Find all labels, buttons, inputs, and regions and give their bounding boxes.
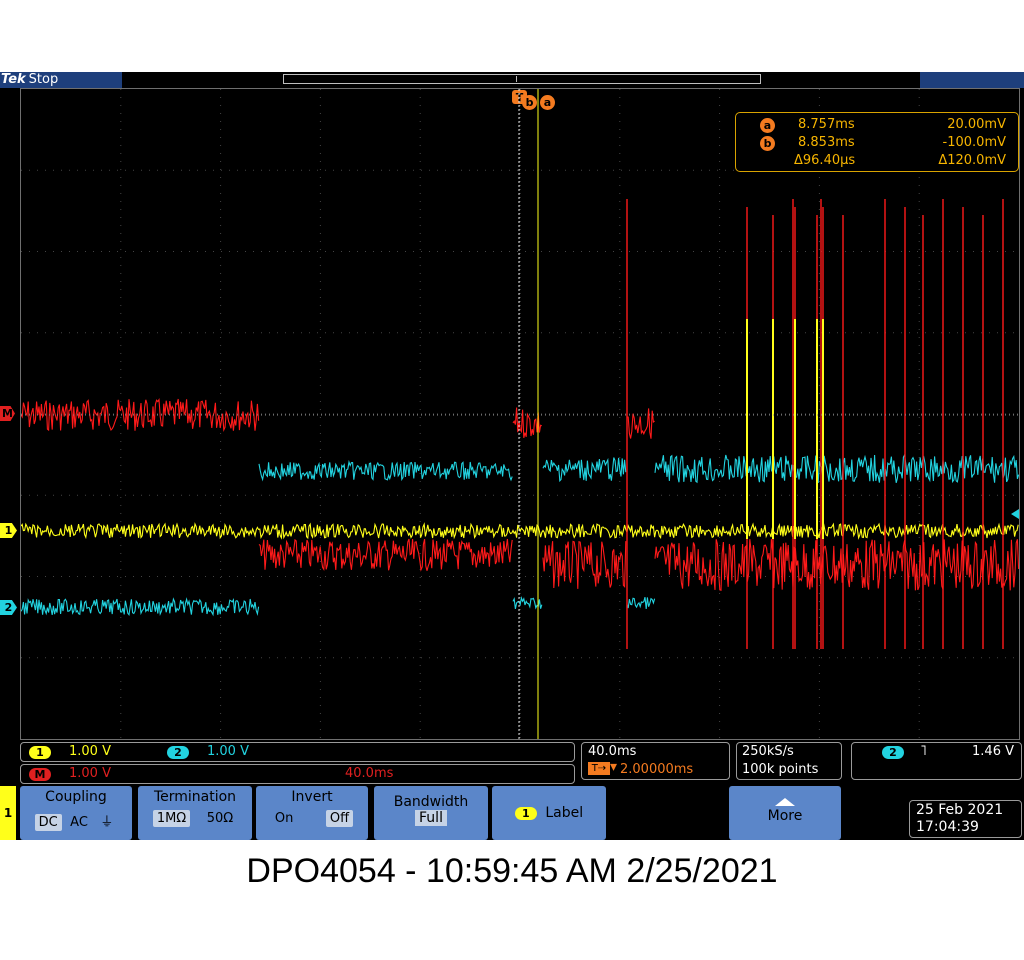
- up-arrow-icon: [775, 798, 795, 806]
- cursor-a-time: 8.757ms: [798, 117, 855, 132]
- trigger-source-tag: 2: [882, 746, 904, 759]
- coupling-dc-option[interactable]: DC: [34, 814, 62, 831]
- timebase-panel[interactable]: 40.0ms T⇢ ▾ 2.00000ms: [581, 742, 730, 780]
- coupling-ground-icon[interactable]: ⏚: [96, 810, 117, 831]
- invert-title: Invert: [291, 789, 333, 805]
- menu-side-tag: 1: [0, 786, 16, 840]
- coupling-ac-option[interactable]: AC: [66, 814, 92, 831]
- record-length: 100k points: [742, 762, 819, 777]
- trigger-down-icon: ▾: [610, 759, 618, 775]
- waveform-area: [21, 89, 1019, 739]
- trigger-level: 1.46 V: [972, 744, 1014, 759]
- ch2-trace-dip: [512, 595, 543, 610]
- coupling-title: Coupling: [45, 789, 107, 805]
- ch2-trace-high: [542, 457, 627, 483]
- label-menu[interactable]: 1 Label: [492, 786, 606, 840]
- brand-logo: Tek: [1, 72, 26, 87]
- top-right-strip: [920, 72, 1024, 88]
- channel-scale-panel[interactable]: 1 1.00 V 2 1.00 V: [20, 742, 575, 762]
- falling-edge-icon: ˥: [920, 743, 927, 759]
- capture-caption: DPO4054 - 10:59:45 AM 2/25/2021: [246, 852, 778, 890]
- math-time: 40.0ms: [345, 766, 394, 781]
- math-trace-low: [258, 538, 513, 572]
- ch2-trace-high: [258, 459, 513, 482]
- ch1-scale: 1.00 V: [69, 744, 111, 759]
- date: 25 Feb 2021: [916, 802, 1004, 818]
- cursor-delta-row: Δ96.40μs Δ120.0mV: [736, 152, 1020, 170]
- math-trace-low: [654, 539, 1019, 591]
- cursor-readout-panel: a 8.757ms 20.00mV b 8.853ms -100.0mV Δ96…: [735, 112, 1019, 172]
- math-trace-high: [21, 397, 260, 432]
- delta-time: Δ96.40μs: [794, 153, 856, 168]
- trigger-position: 2.00000ms: [620, 762, 694, 777]
- bandwidth-title: Bandwidth: [393, 794, 469, 810]
- math-trace-burst: [627, 408, 655, 439]
- termination-50-option[interactable]: 50Ω: [203, 810, 237, 827]
- cursor-b-volt: -100.0mV: [942, 135, 1006, 150]
- ch2-trace-low: [21, 597, 260, 617]
- trigger-offset-icon: T⇢: [588, 762, 610, 775]
- label-ch1-tag: 1: [514, 806, 537, 820]
- delta-volt: Δ120.0mV: [938, 153, 1006, 168]
- record-view-window: [516, 76, 527, 82]
- invert-off-option[interactable]: Off: [325, 810, 354, 827]
- acquisition-status: Tek Stop: [0, 72, 122, 88]
- bandwidth-value: Full: [415, 810, 447, 826]
- invert-menu[interactable]: Invert On Off: [256, 786, 368, 840]
- math-trace-low: [542, 540, 627, 589]
- cursor-a-icon: a: [760, 118, 775, 133]
- acq-state: Stop: [28, 72, 59, 87]
- ch1-tag: 1: [29, 746, 51, 759]
- trigger-level-arrow-icon[interactable]: [1011, 509, 1019, 519]
- sample-rate: 250kS/s: [742, 744, 794, 759]
- termination-menu[interactable]: Termination 1MΩ 50Ω: [138, 786, 252, 840]
- date-time-display: 25 Feb 2021 17:04:39: [909, 800, 1022, 838]
- ch2-scale: 1.00 V: [207, 744, 249, 759]
- cursor-a-row: a 8.757ms 20.00mV: [736, 116, 1020, 134]
- acquisition-panel[interactable]: 250kS/s 100k points: [736, 742, 842, 780]
- trigger-panel[interactable]: 2 ˥ 1.46 V: [851, 742, 1022, 780]
- more-button[interactable]: More: [729, 786, 841, 840]
- graticule: [20, 88, 1020, 740]
- termination-1m-option[interactable]: 1MΩ: [152, 810, 191, 827]
- math-scale-panel[interactable]: M 1.00 V 40.0ms: [20, 764, 575, 784]
- coupling-menu[interactable]: Coupling DC AC ⏚: [20, 786, 132, 840]
- cursor-a-volt: 20.00mV: [947, 117, 1006, 132]
- oscilloscope-screen: TekStop T b a a 8.757ms 20.00mV b 8.853m…: [0, 72, 1024, 840]
- bandwidth-menu[interactable]: Bandwidth Full: [374, 786, 488, 840]
- cursor-b-time: 8.853ms: [798, 135, 855, 150]
- ch2-tag: 2: [167, 746, 189, 759]
- math-tag: M: [29, 768, 51, 781]
- more-label: More: [767, 808, 803, 824]
- timebase-value: 40.0ms: [588, 744, 637, 759]
- ch1-trace: [21, 522, 1019, 540]
- time: 17:04:39: [916, 819, 979, 835]
- math-scale: 1.00 V: [69, 766, 111, 781]
- ch2-trace-dip: [626, 597, 656, 609]
- cursor-b-row: b 8.853ms -100.0mV: [736, 134, 1020, 152]
- invert-on-option[interactable]: On: [271, 810, 297, 827]
- math-trace-burst: [512, 407, 543, 439]
- label-button-text: Label: [545, 805, 584, 821]
- termination-title: Termination: [153, 789, 237, 805]
- cursor-b-icon: b: [760, 136, 775, 151]
- ch2-trace-high: [654, 453, 1019, 484]
